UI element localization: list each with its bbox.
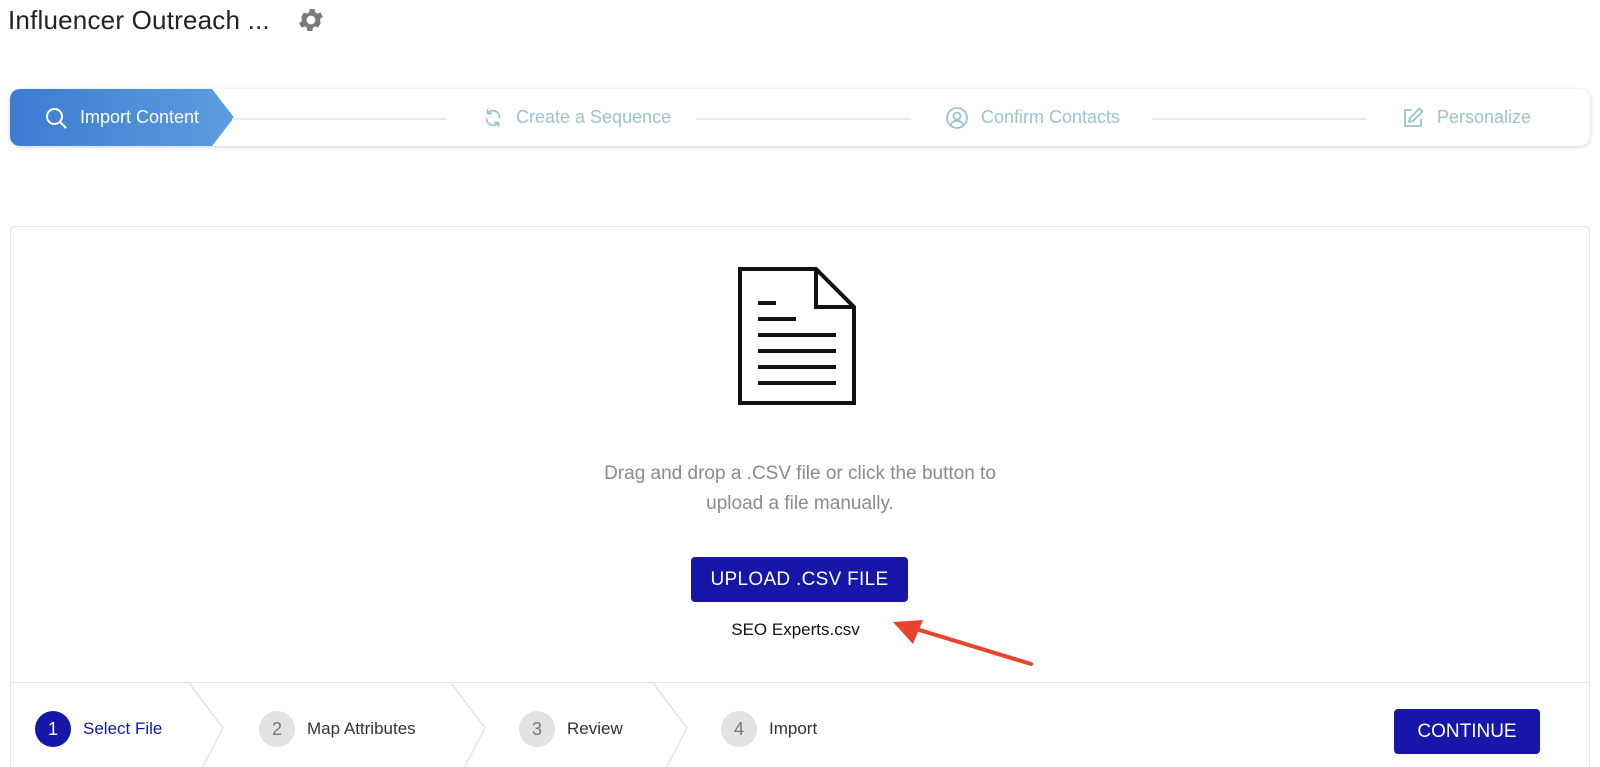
- step-connector: [696, 118, 911, 120]
- chevron-right-icon: [450, 683, 486, 767]
- annotation-arrow-icon: [893, 620, 1033, 666]
- chevron-right-icon: [652, 683, 688, 767]
- step-label: Import Content: [80, 107, 200, 127]
- selected-file-name: SEO Experts.csv: [731, 620, 860, 639]
- upload-csv-button[interactable]: UPLOAD .CSV FILE: [691, 557, 908, 602]
- continue-button[interactable]: CONTINUE: [1394, 709, 1540, 754]
- step-label: Personalize: [1437, 107, 1532, 127]
- search-icon: [46, 107, 67, 128]
- step-number: 2: [259, 711, 295, 747]
- refresh-icon: [485, 108, 501, 127]
- step-label: Create a Sequence: [516, 107, 672, 127]
- wizard-step-import[interactable]: 4 Import: [721, 711, 817, 747]
- chevron-right-icon: [188, 683, 224, 767]
- step-personalize[interactable]: Personalize: [1401, 89, 1531, 146]
- user-circle-icon: [946, 106, 968, 129]
- edit-icon: [1404, 107, 1424, 127]
- step-connector: [1152, 118, 1366, 120]
- page-title: Influencer Outreach ...: [8, 4, 270, 35]
- step-number: 4: [721, 711, 757, 747]
- step-label: Confirm Contacts: [981, 107, 1121, 127]
- upload-instructions: Drag and drop a .CSV file or click the b…: [11, 459, 1589, 519]
- page-header: Influencer Outreach ...: [8, 4, 326, 36]
- step-confirm-contacts[interactable]: Confirm Contacts: [945, 89, 1120, 146]
- step-label: Review: [567, 719, 623, 738]
- import-wizard: 1 Select File 2 Map Attributes 3 Review …: [11, 682, 1589, 767]
- step-label: Import: [769, 719, 818, 738]
- step-label: Map Attributes: [307, 719, 416, 738]
- gear-icon[interactable]: [296, 5, 326, 35]
- wizard-step-select-file[interactable]: 1 Select File: [35, 711, 162, 747]
- step-import-content[interactable]: Import Content: [10, 89, 238, 146]
- step-create-sequence[interactable]: Create a Sequence: [482, 89, 671, 146]
- step-number: 1: [35, 711, 71, 747]
- document-icon: [738, 267, 856, 405]
- wizard-step-map-attributes[interactable]: 2 Map Attributes: [259, 711, 416, 747]
- upload-panel[interactable]: Drag and drop a .CSV file or click the b…: [10, 226, 1590, 767]
- wizard-step-review[interactable]: 3 Review: [519, 711, 623, 747]
- instructions-line: upload a file manually.: [706, 493, 894, 514]
- step-label: Select File: [83, 719, 163, 738]
- step-connector: [232, 118, 446, 120]
- progress-stepper: Import Content Create a Sequence Confirm…: [10, 89, 1590, 146]
- instructions-line: Drag and drop a .CSV file or click the b…: [604, 463, 996, 484]
- step-number: 3: [519, 711, 555, 747]
